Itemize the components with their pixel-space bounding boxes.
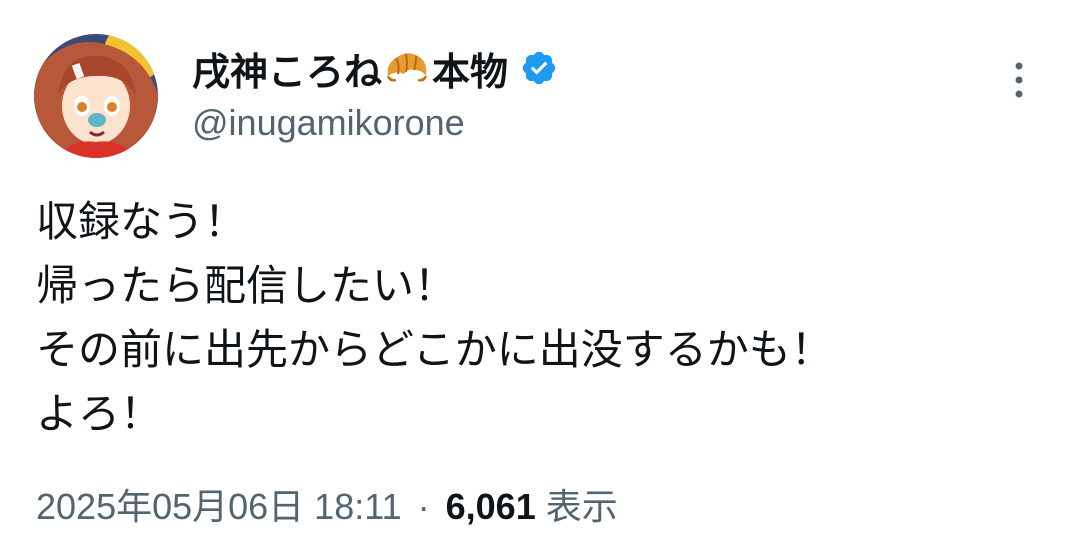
views-label: 表示 — [545, 486, 618, 527]
tweet-line: その前に出先からどこかに出没するかも！ — [36, 325, 833, 374]
tweet-line: 帰ったら配信したい！ — [36, 261, 457, 310]
user-handle[interactable]: @inugamikorone — [192, 102, 558, 144]
avatar[interactable] — [34, 34, 158, 158]
tweet-line: 収録なう！ — [36, 197, 247, 246]
tweet-timestamp[interactable]: 2025年05月06日 18:11 — [36, 486, 402, 527]
avatar-illustration — [34, 34, 158, 158]
display-name[interactable]: 戌神ころね — [192, 41, 382, 96]
croissant-icon — [387, 53, 427, 82]
display-name-suffix[interactable]: 本物 — [432, 41, 508, 96]
tweet-line: よろ！ — [36, 389, 163, 438]
tweet-header: 戌神ころね 本物 @inugamikorone — [192, 40, 558, 150]
name-row: 戌神ころね 本物 — [192, 40, 558, 96]
more-options-icon[interactable] — [1004, 58, 1034, 102]
meta-separator: · — [417, 486, 430, 527]
tweet-meta: 2025年05月06日 18:11 · 6,061 表示 — [36, 478, 618, 530]
tweet-card: 戌神ころね 本物 @inugamikorone 収録なう！ 帰ったら配信したい！… — [0, 0, 1080, 539]
tweet-text: 収録なう！ 帰ったら配信したい！ その前に出先からどこかに出没するかも！ よろ！ — [36, 190, 1046, 446]
verified-badge-icon[interactable] — [520, 49, 558, 87]
views-count[interactable]: 6,061 — [446, 486, 536, 527]
